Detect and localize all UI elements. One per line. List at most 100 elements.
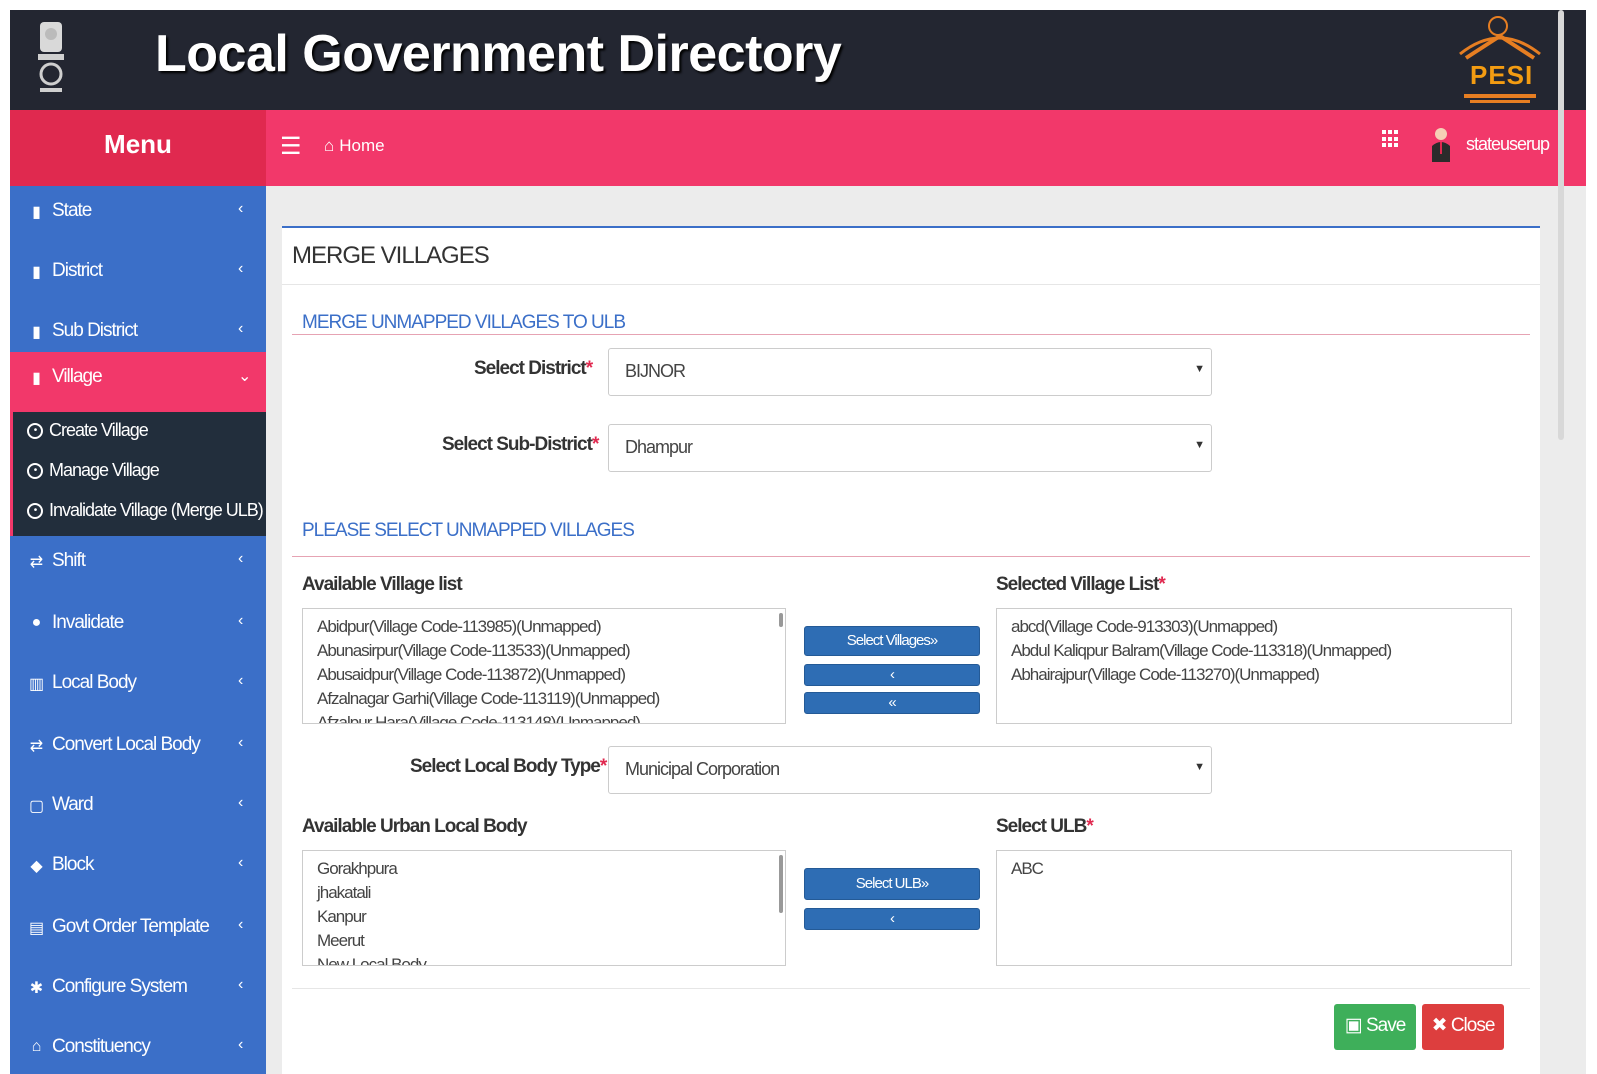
- selected-village-list[interactable]: abcd(Village Code-913303)(Unmapped) Abdu…: [996, 608, 1512, 724]
- book-icon: ▮: [32, 204, 41, 221]
- hamburger-menu-icon[interactable]: ☰: [280, 132, 302, 161]
- circle-icon: •: [27, 423, 43, 440]
- submenu-label: Invalidate Village (Merge ULB): [49, 500, 264, 520]
- home-label: Home: [339, 136, 385, 155]
- cube-icon: ◆: [30, 858, 42, 875]
- caret-down-icon: ▼: [1194, 363, 1205, 375]
- list-item[interactable]: Abidpur(Village Code-113985)(Unmapped): [317, 617, 602, 637]
- submenu-manage-village[interactable]: • Manage Village: [27, 460, 160, 481]
- select-ulb-label: Select ULB*: [996, 816, 1094, 837]
- book-icon: ▮: [32, 264, 41, 281]
- sidebar-item-label: Village: [52, 366, 103, 387]
- circle-icon: •: [27, 463, 43, 480]
- sidebar-item-state[interactable]: ▮ State ‹: [10, 186, 266, 246]
- sidebar-item-constituency[interactable]: ⌂ Constituency ‹: [10, 1022, 266, 1074]
- chevron-left-icon: ‹: [238, 612, 243, 629]
- subdistrict-select[interactable]: Dhampur ▼: [608, 424, 1212, 472]
- close-label: Close: [1450, 1015, 1496, 1036]
- page-scrollbar[interactable]: [1558, 10, 1564, 440]
- app-header: Local Government Directory PESI: [10, 10, 1586, 110]
- ulb-move-left-button[interactable]: ‹: [804, 908, 980, 930]
- list-item[interactable]: ABC: [1011, 859, 1044, 879]
- list-item[interactable]: Abhairajpur(Village Code-113270)(Unmappe…: [1011, 665, 1320, 685]
- sidebar-item-shift[interactable]: ⇄ Shift ‹: [10, 536, 266, 596]
- sidebar-item-district[interactable]: ▮ District ‹: [10, 246, 266, 306]
- sidebar-item-label: Configure System: [52, 976, 188, 997]
- list-item[interactable]: Gorakhpura: [317, 859, 398, 879]
- sidebar-item-label: Invalidate: [52, 612, 124, 633]
- local-body-type-select[interactable]: Municipal Corporation ▼: [608, 746, 1212, 794]
- chevron-down-icon: ⌄: [238, 368, 251, 385]
- subdistrict-label: Select Sub-District*: [442, 434, 599, 455]
- divider: [282, 284, 1540, 285]
- sidebar-item-ward[interactable]: ▢ Ward ‹: [10, 780, 266, 840]
- district-label: Select District*: [474, 358, 593, 379]
- user-avatar-icon[interactable]: [1430, 126, 1452, 162]
- list-scrollbar[interactable]: [779, 855, 783, 913]
- sidebar-item-configure-system[interactable]: ✱ Configure System ‹: [10, 962, 266, 1022]
- national-emblem-icon: [38, 22, 64, 92]
- list-item[interactable]: Abunasirpur(Village Code-113533)(Unmappe…: [317, 641, 631, 661]
- exchange-icon: ⇄: [29, 554, 43, 571]
- district-select[interactable]: BIJNOR ▼: [608, 348, 1212, 396]
- list-item[interactable]: Afzalpur Hara(Village Code-113148)(Unmap…: [317, 713, 641, 723]
- sidebar-item-label: Ward: [52, 794, 94, 815]
- book-icon: ▮: [32, 370, 41, 387]
- select-ulb-button[interactable]: Select ULB»: [804, 868, 980, 900]
- sidebar-item-local-body[interactable]: ▥ Local Body ‹: [10, 658, 266, 718]
- section-title-merge: MERGE UNMAPPED VILLAGES TO ULB: [302, 312, 626, 333]
- gear-icon: ✱: [29, 980, 43, 997]
- select-villages-button[interactable]: Select Villages»: [804, 626, 980, 656]
- list-item[interactable]: Kanpur: [317, 907, 367, 927]
- chevron-left-icon: ‹: [238, 550, 243, 567]
- list-item[interactable]: jhakatali: [317, 883, 371, 903]
- list-item[interactable]: New Local Body: [317, 955, 427, 965]
- sidebar: ▮ State ‹ ▮ District ‹ ▮ Sub District ‹ …: [10, 186, 266, 1074]
- sidebar-item-label: Shift: [52, 550, 86, 571]
- list-scrollbar[interactable]: [779, 613, 783, 627]
- local-body-type-label: Select Local Body Type*: [410, 756, 607, 777]
- sidebar-item-label: Govt Order Template: [52, 916, 210, 937]
- available-village-list[interactable]: Abidpur(Village Code-113985)(Unmapped) A…: [302, 608, 786, 724]
- chevron-left-icon: ‹: [238, 320, 243, 337]
- sidebar-item-label: Constituency: [52, 1036, 151, 1057]
- user-name[interactable]: stateuserup: [1466, 134, 1550, 155]
- chevron-left-icon: ‹: [238, 1036, 243, 1053]
- section-title-unmapped: PLEASE SELECT UNMAPPED VILLAGES: [302, 520, 635, 541]
- list-item[interactable]: Abusaidpur(Village Code-113872)(Unmapped…: [317, 665, 626, 685]
- village-submenu: • Create Village • Manage Village • Invalid…: [10, 412, 266, 536]
- close-button[interactable]: ✖ Close: [1422, 1004, 1504, 1050]
- book-icon: ▮: [32, 324, 41, 341]
- list-item[interactable]: Afzalnagar Garhi(Village Code-113119)(Un…: [317, 689, 660, 709]
- chevron-left-icon: ‹: [238, 916, 243, 933]
- sidebar-item-label: Convert Local Body: [52, 734, 201, 755]
- apps-grid-icon[interactable]: [1382, 130, 1400, 148]
- list-item[interactable]: abcd(Village Code-913303)(Unmapped): [1011, 617, 1278, 637]
- list-item[interactable]: Meerut: [317, 931, 365, 951]
- sidebar-item-govt-order-template[interactable]: ▤ Govt Order Template ‹: [10, 902, 266, 962]
- map-icon: ▥: [28, 676, 44, 693]
- sidebar-item-village[interactable]: ▮ Village ⌄: [10, 352, 266, 412]
- save-button[interactable]: ▣ Save: [1334, 1004, 1416, 1050]
- submenu-invalidate-village[interactable]: • Invalidate Village (Merge ULB): [27, 500, 264, 521]
- chevron-left-icon: ‹: [238, 976, 243, 993]
- sidebar-item-convert-local-body[interactable]: ⇄ Convert Local Body ‹: [10, 720, 266, 780]
- move-left-button[interactable]: ‹: [804, 664, 980, 686]
- submenu-create-village[interactable]: • Create Village: [27, 420, 149, 441]
- subdistrict-select-value: Dhampur: [625, 437, 693, 457]
- home-icon: ⌂: [324, 136, 335, 155]
- sidebar-item-block[interactable]: ◆ Block ‹: [10, 840, 266, 900]
- chevron-left-icon: ‹: [238, 794, 243, 811]
- district-select-value: BIJNOR: [625, 361, 686, 381]
- save-icon: ▣: [1344, 1015, 1363, 1036]
- move-all-left-button[interactable]: «: [804, 692, 980, 714]
- home-link[interactable]: ⌂ Home: [324, 136, 385, 156]
- sidebar-item-invalidate[interactable]: ● Invalidate ‹: [10, 598, 266, 658]
- list-item[interactable]: Abdul Kaliqpur Balram(Village Code-11331…: [1011, 641, 1392, 661]
- sidebar-item-label: Sub District: [52, 320, 138, 341]
- available-ulb-list[interactable]: Gorakhpura jhakatali Kanpur Meerut New L…: [302, 850, 786, 966]
- divider: [292, 988, 1530, 989]
- save-label: Save: [1365, 1015, 1406, 1036]
- selected-village-label: Selected Village List*: [996, 574, 1166, 595]
- selected-ulb-list[interactable]: ABC: [996, 850, 1512, 966]
